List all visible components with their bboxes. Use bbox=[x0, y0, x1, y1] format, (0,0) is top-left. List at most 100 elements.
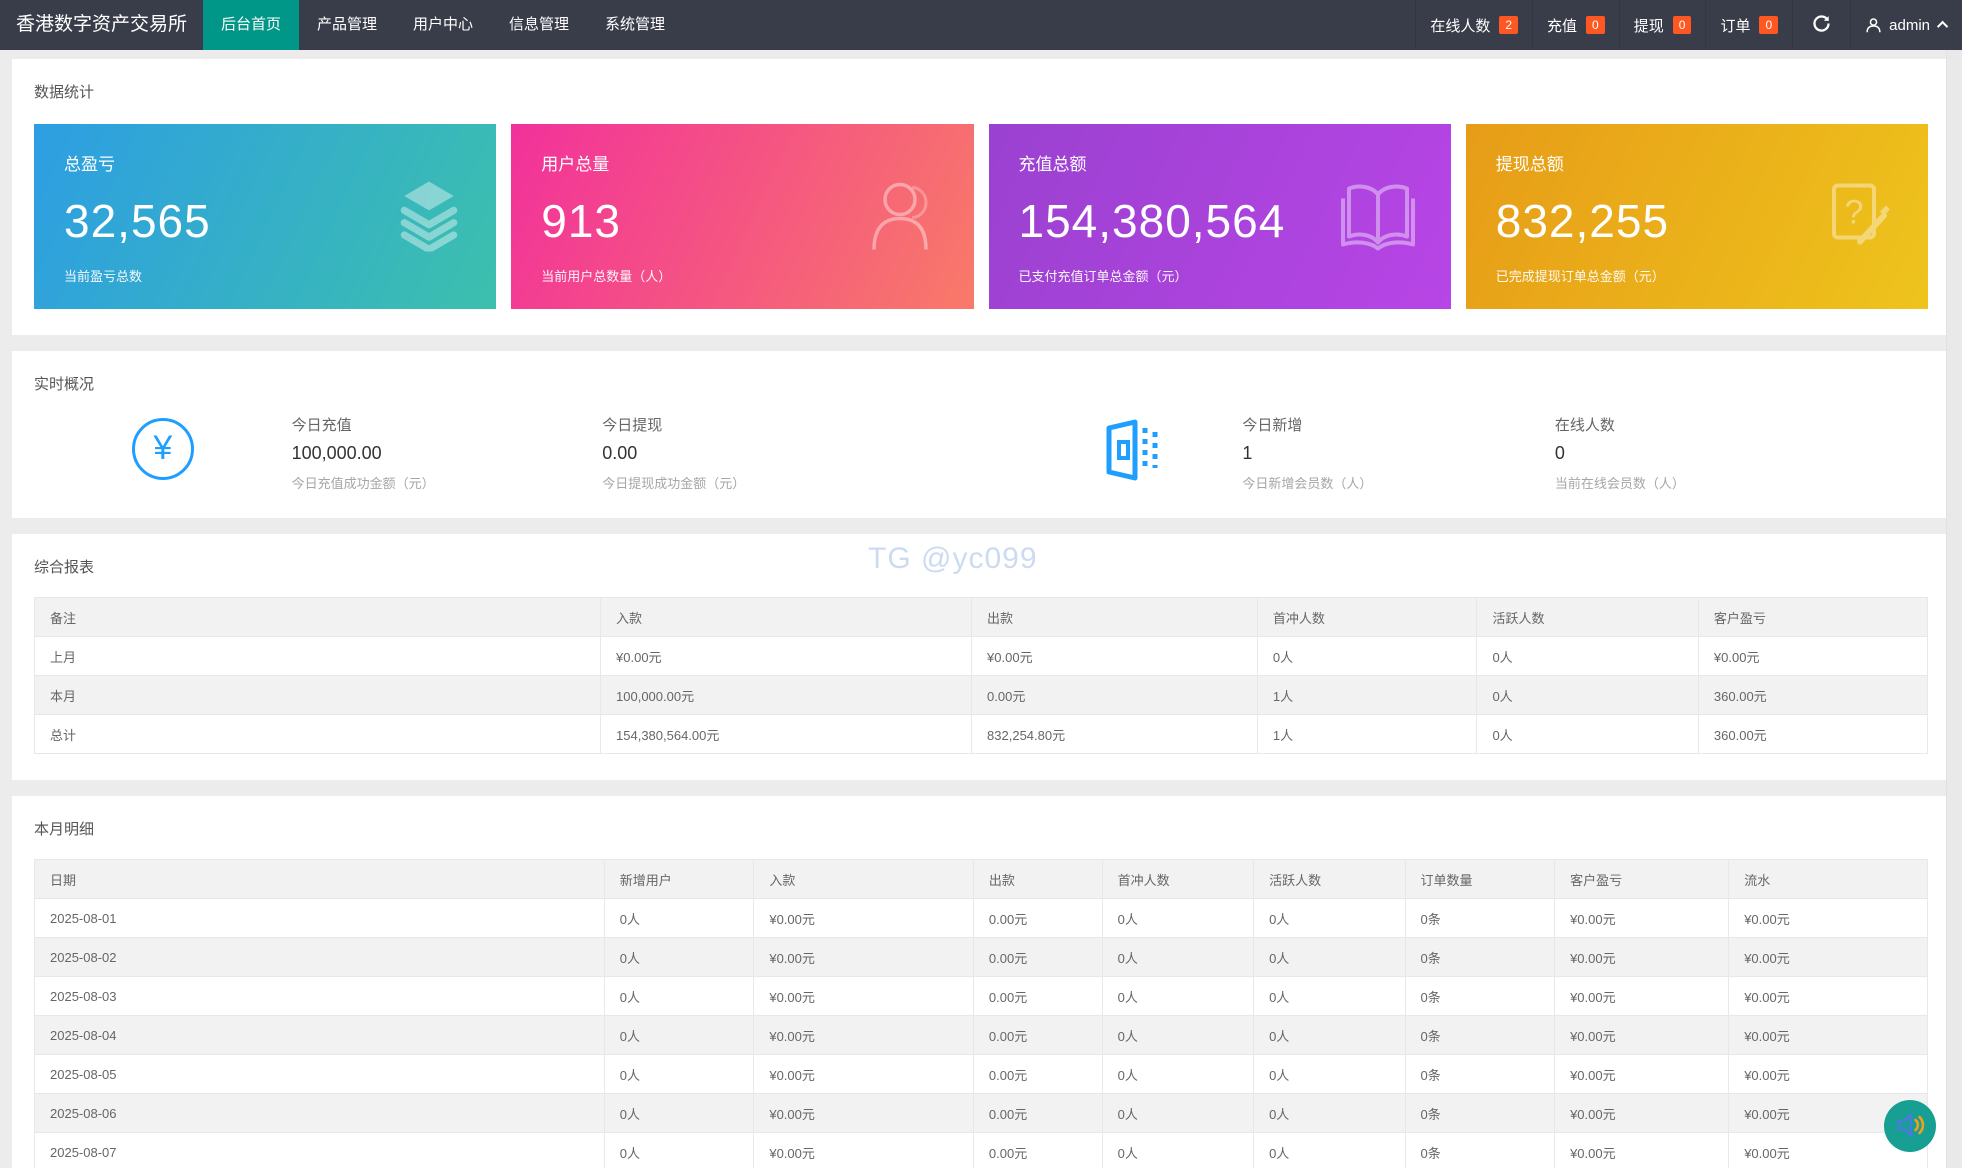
table-cell: 2025-08-01 bbox=[34, 898, 605, 938]
counter-recharge[interactable]: 充值 0 bbox=[1532, 0, 1619, 50]
stats-panel: 数据统计 总盈亏 32,565 当前盈亏总数 用户总量 913 当前用户总数量（… bbox=[12, 59, 1950, 335]
summary-panel: 综合报表 TG @yc099 备注 入款 出款 首冲人数 活跃人数 客户盈亏 上月 ¥0.00… bbox=[12, 534, 1950, 780]
detail-panel: 本月明细 日期 新增用户 入款 出款 首冲人数 活跃人数 订单数量 客户盈亏 流水 2025-08… bbox=[12, 796, 1950, 1168]
chevron-up-icon bbox=[1936, 20, 1949, 33]
table-cell: 0人 bbox=[1101, 976, 1255, 1016]
table-cell: 0条 bbox=[1404, 1054, 1556, 1094]
layers-icon bbox=[396, 179, 462, 254]
column-header: 入款 bbox=[600, 597, 973, 637]
column-header: 新增用户 bbox=[603, 859, 755, 899]
table-cell: ¥0.00元 bbox=[600, 636, 973, 676]
table-cell: 0人 bbox=[1256, 636, 1478, 676]
stat-value: 1 bbox=[1242, 443, 1253, 463]
table-row: 2025-08-04 0人 ¥0.00元 0.00元 0人 0人 0条 ¥0.00元 ¥0.00… bbox=[34, 1015, 1928, 1055]
table-cell: 0条 bbox=[1404, 898, 1556, 938]
table-row: 2025-08-06 0人 ¥0.00元 0.00元 0人 0人 0条 ¥0.00元 ¥0.00… bbox=[34, 1093, 1928, 1133]
topbar: 香港数字资产交易所 后台首页 产品管理 用户中心 信息管理 系统管理 在线人数 … bbox=[0, 0, 1962, 50]
realtime-stat-new-today: 今日新增 1 今日新增会员数（人） bbox=[1242, 414, 1555, 492]
stat-card-recharge: 充值总额 154,380,564 已支付充值订单总金额（元） bbox=[988, 124, 1451, 309]
table-cell: 0人 bbox=[603, 1093, 755, 1133]
table-header-row: 日期 新增用户 入款 出款 首冲人数 活跃人数 订单数量 客户盈亏 流水 bbox=[34, 859, 1928, 899]
table-cell: 0人 bbox=[603, 1132, 755, 1168]
counter-withdraw[interactable]: 提现 0 bbox=[1618, 0, 1706, 50]
stat-caption: 今日提现成功金额（元） bbox=[602, 476, 746, 491]
realtime-stat-withdraw-today: 今日提现 0.00 今日提现成功金额（元） bbox=[602, 414, 1019, 492]
table-cell: ¥0.00元 bbox=[1554, 898, 1730, 938]
nav-tab-home[interactable]: 后台首页 bbox=[203, 0, 300, 50]
table-cell: ¥0.00元 bbox=[753, 1054, 974, 1094]
table-cell: ¥0.00元 bbox=[1554, 1093, 1730, 1133]
table-cell: 上月 bbox=[33, 636, 602, 676]
summary-table: 备注 入款 出款 首冲人数 活跃人数 客户盈亏 上月 ¥0.00元 ¥0.00元 0人 0人 ¥0.0… bbox=[33, 597, 1929, 754]
table-cell: 0人 bbox=[1476, 714, 1699, 754]
user-menu[interactable]: admin bbox=[1850, 0, 1962, 50]
card-title: 总盈亏 bbox=[64, 155, 115, 174]
table-cell: ¥0.00元 bbox=[1728, 1054, 1928, 1094]
table-cell: 0人 bbox=[1253, 937, 1406, 977]
table-cell: 2025-08-07 bbox=[34, 1132, 605, 1168]
table-cell: ¥0.00元 bbox=[1728, 937, 1928, 977]
table-cell: 0.00元 bbox=[972, 937, 1103, 977]
main-content: 数据统计 总盈亏 32,565 当前盈亏总数 用户总量 913 当前用户总数量（… bbox=[0, 50, 1962, 1168]
realtime-panel-title: 实时概况 bbox=[34, 376, 95, 393]
nav-tab-users[interactable]: 用户中心 bbox=[395, 0, 491, 50]
table-cell: 0条 bbox=[1404, 1093, 1556, 1133]
stat-caption: 今日新增会员数（人） bbox=[1242, 476, 1373, 491]
table-cell: 0.00元 bbox=[972, 1093, 1103, 1133]
column-header: 入款 bbox=[753, 859, 974, 899]
stat-value: 100,000.00 bbox=[291, 443, 382, 463]
table-cell: 0人 bbox=[1253, 898, 1406, 938]
realtime-stat-online: 在线人数 0 当前在线会员数（人） bbox=[1555, 414, 1928, 492]
column-header: 首冲人数 bbox=[1101, 859, 1255, 899]
column-header: 流水 bbox=[1728, 859, 1928, 899]
counter-online-label: 在线人数 bbox=[1430, 17, 1491, 35]
card-caption: 已完成提现订单总金额（元） bbox=[1495, 269, 1665, 284]
stat-label: 今日新增 bbox=[1242, 417, 1303, 434]
column-header: 活跃人数 bbox=[1253, 859, 1406, 899]
column-header: 出款 bbox=[971, 597, 1258, 637]
counter-recharge-label: 充值 bbox=[1547, 17, 1578, 35]
table-cell: 0人 bbox=[1101, 937, 1255, 977]
counter-withdraw-label: 提现 bbox=[1633, 17, 1664, 35]
card-caption: 当前盈亏总数 bbox=[64, 269, 143, 284]
table-cell: ¥0.00元 bbox=[753, 1132, 974, 1168]
stat-caption: 今日充值成功金额（元） bbox=[291, 476, 435, 491]
stat-label: 今日充值 bbox=[291, 417, 352, 434]
column-header: 首冲人数 bbox=[1256, 597, 1478, 637]
open-book-icon bbox=[1339, 180, 1417, 253]
table-cell: 100,000.00元 bbox=[600, 675, 973, 715]
document-question-icon: ? bbox=[1822, 179, 1894, 254]
table-cell: ¥0.00元 bbox=[1728, 1015, 1928, 1055]
stat-label: 在线人数 bbox=[1554, 417, 1615, 434]
refresh-button[interactable] bbox=[1792, 0, 1850, 50]
table-cell: 0人 bbox=[1253, 1093, 1406, 1133]
nav-tab-info[interactable]: 信息管理 bbox=[491, 0, 587, 50]
counter-online[interactable]: 在线人数 2 bbox=[1415, 0, 1532, 50]
realtime-row: ¥ 今日充值 100,000.00 今日充值成功金额（元） 今日提现 0.00 … bbox=[34, 414, 1928, 492]
card-caption: 已支付充值订单总金额（元） bbox=[1018, 269, 1188, 284]
detail-panel-title: 本月明细 bbox=[34, 821, 95, 838]
person-icon bbox=[868, 177, 940, 256]
table-cell: 0.00元 bbox=[972, 1015, 1103, 1055]
counter-orders[interactable]: 订单 0 bbox=[1705, 0, 1792, 50]
stats-panel-title: 数据统计 bbox=[34, 84, 95, 101]
table-cell: 0.00元 bbox=[971, 675, 1258, 715]
table-row: 本月 100,000.00元 0.00元 1人 0人 360.00元 bbox=[33, 675, 1929, 715]
nav-tab-products[interactable]: 产品管理 bbox=[299, 0, 395, 50]
table-cell: 360.00元 bbox=[1697, 714, 1929, 754]
nav-tab-system[interactable]: 系统管理 bbox=[587, 0, 683, 50]
table-cell: 总计 bbox=[33, 714, 602, 754]
card-caption: 当前用户总数量（人） bbox=[541, 269, 672, 284]
table-cell: 0条 bbox=[1404, 1015, 1556, 1055]
table-row: 2025-08-05 0人 ¥0.00元 0.00元 0人 0人 0条 ¥0.00元 ¥0.00… bbox=[34, 1054, 1928, 1094]
table-cell: 0人 bbox=[1253, 1015, 1406, 1055]
stat-cards: 总盈亏 32,565 当前盈亏总数 用户总量 913 当前用户总数量（人） 充值… bbox=[34, 124, 1928, 309]
table-cell: 0条 bbox=[1404, 1132, 1556, 1168]
user-name: admin bbox=[1889, 16, 1930, 34]
sound-fab-button[interactable] bbox=[1884, 1100, 1936, 1152]
yen-circle-icon: ¥ bbox=[34, 414, 292, 480]
table-cell: 本月 bbox=[33, 675, 602, 715]
column-header: 订单数量 bbox=[1404, 859, 1556, 899]
table-cell: 0人 bbox=[1101, 1132, 1255, 1168]
page-scrollbar[interactable] bbox=[1946, 50, 1962, 1168]
